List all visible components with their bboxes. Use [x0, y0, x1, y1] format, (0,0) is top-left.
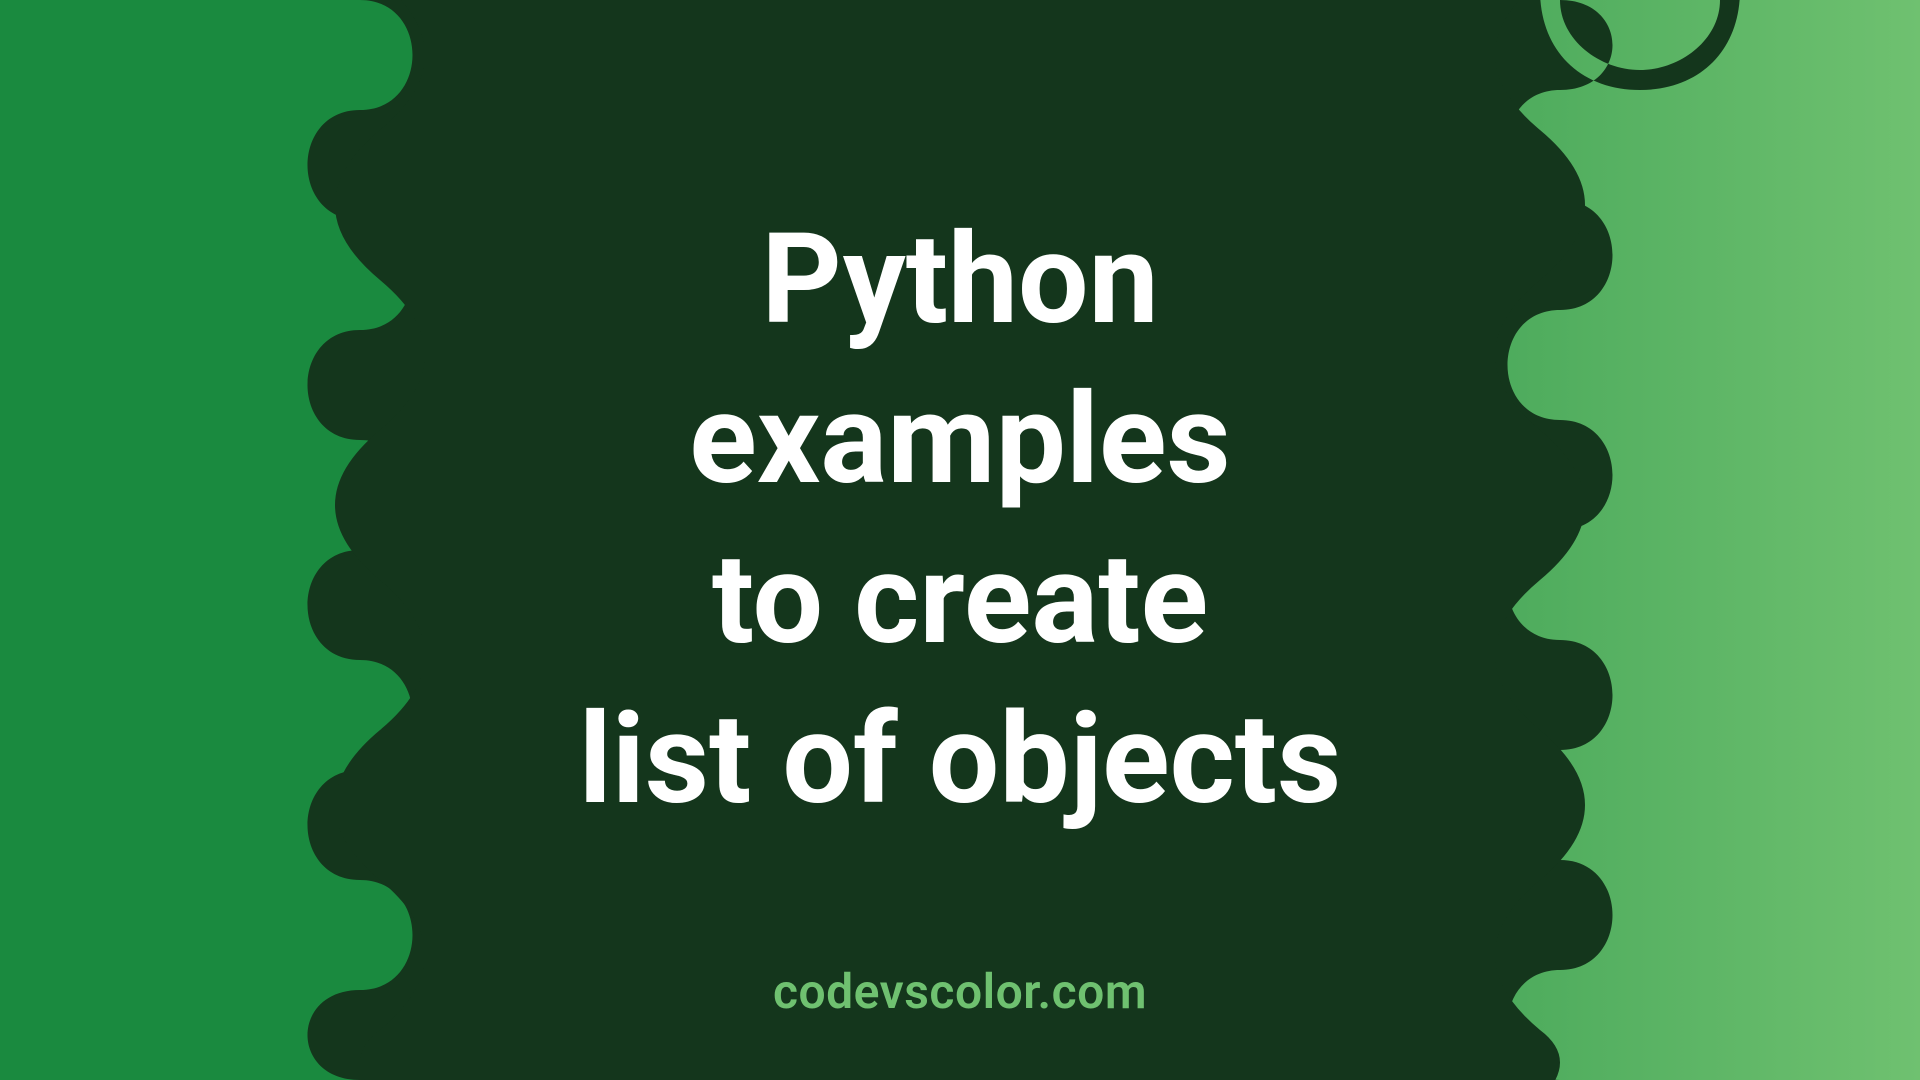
site-watermark: codevscolor.com: [0, 963, 1920, 1020]
content-wrapper: Python examples to create list of object…: [0, 0, 1920, 1080]
title-line-4: list of objects: [579, 680, 1342, 840]
title-line-1: Python: [579, 200, 1342, 360]
title-line-2: examples: [579, 360, 1342, 520]
hero-title: Python examples to create list of object…: [579, 200, 1342, 840]
title-line-3: to create: [579, 520, 1342, 680]
